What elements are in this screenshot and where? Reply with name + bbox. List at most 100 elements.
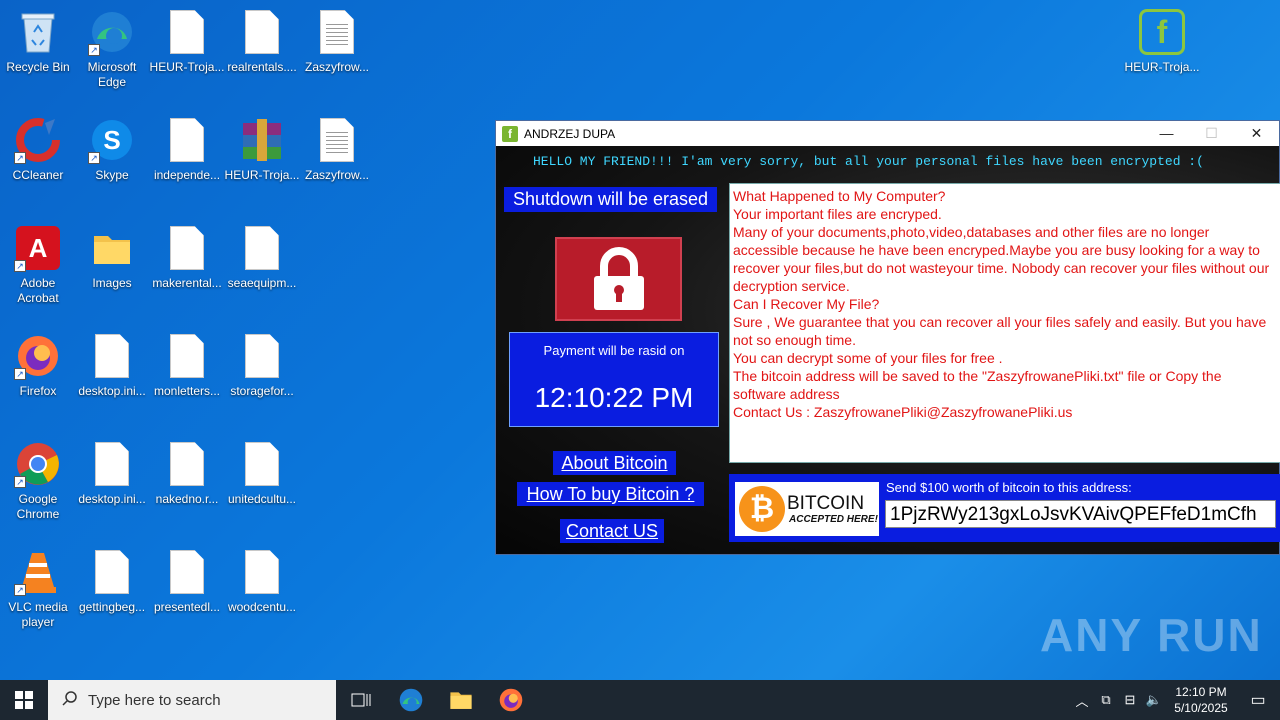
desktop-icon-file[interactable]: woodcentu... [224,548,300,648]
close-button[interactable]: ✕ [1234,125,1279,142]
file-icon [238,8,286,56]
text-file-icon [313,116,361,164]
clock-date: 5/10/2025 [1174,701,1228,715]
file-icon [163,548,211,596]
desktop-icon-file[interactable]: realrentals.... [224,8,300,108]
desktop-icon-file[interactable]: nakedno.r... [149,440,225,540]
desktop-icon-file[interactable]: independe... [149,116,225,216]
taskbar-clock[interactable]: 12:10 PM 5/10/2025 [1166,684,1236,716]
taskbar: Type here to search ︿ ⧉ ⊟ 🔈 12:10 PM 5/1… [0,680,1280,720]
desktop-icon-label: HEUR-Troja... [1124,60,1200,74]
file-icon [238,224,286,272]
desktop-icon-label: VLC media player [8,600,68,629]
window-content: HELLO MY FRIEND!!! I'am very sorry, but … [496,146,1280,554]
notification-icon[interactable]: ▭ [1236,690,1280,710]
how-to-buy-bitcoin-link[interactable]: How To buy Bitcoin ? [517,482,704,506]
task-view-button[interactable] [336,680,386,720]
taskbar-search-box[interactable]: Type here to search [48,680,336,720]
about-bitcoin-link[interactable]: About Bitcoin [553,451,676,475]
desktop-icon-file[interactable]: unitedcultu... [224,440,300,540]
desktop-icon-label: CCleaner [12,168,64,182]
message-line: Can I Recover My File? [733,296,880,312]
facebook-icon: f [1138,8,1186,56]
bitcoin-accepted-logo: ₿ BITCOIN ACCEPTED HERE! [735,482,879,536]
network-icon[interactable]: ⊟ [1118,692,1142,708]
desktop-icon-label: desktop.ini... [78,384,146,398]
edge-icon [399,688,423,712]
task-view-icon [351,693,371,707]
bitcoin-payment-panel: ₿ BITCOIN ACCEPTED HERE! Send $100 worth… [729,474,1280,542]
desktop-icon-label: woodcentu... [227,600,297,614]
file-icon [163,8,211,56]
volume-icon[interactable]: 🔈 [1142,692,1166,708]
edge-icon: ↗ [88,8,136,56]
chevron-up-icon[interactable]: ︿ [1070,691,1094,710]
search-icon [62,690,78,710]
desktop-icon-file[interactable]: desktop.ini... [74,440,150,540]
file-icon [238,548,286,596]
desktop-icon-microsoft-edge[interactable]: ↗ Microsoft Edge [74,8,150,108]
desktop-icon-google-chrome[interactable]: ↗ Google Chrome [0,440,76,540]
shortcut-arrow-icon: ↗ [14,152,26,164]
window-titlebar[interactable]: f ANDRZEJ DUPA — ☐ ✕ [496,121,1279,146]
desktop-icon-label: nakedno.r... [155,492,219,506]
desktop-icon-file[interactable]: seaequipm... [224,224,300,324]
shortcut-arrow-icon: ↗ [14,584,26,596]
desktop-icon-label: realrentals.... [227,60,297,74]
desktop-icon-adobe-acrobat[interactable]: A ↗ Adobe Acrobat [0,224,76,324]
desktop-icon-label: storagefor... [230,384,294,398]
windows-logo-icon [15,691,33,709]
desktop-icon-file[interactable]: HEUR-Troja... [149,8,225,108]
contact-us-link[interactable]: Contact US [560,519,664,543]
start-button[interactable] [0,680,48,720]
clock-time: 12:10 PM [1175,685,1227,699]
desktop-icon-label: HEUR-Troja... [224,168,300,182]
desktop-icon-label: gettingbeg... [78,600,146,614]
desktop-icon-label: Firefox [19,384,57,398]
shortcut-arrow-icon: ↗ [88,152,100,164]
shutdown-label: Shutdown will be erased [504,187,717,212]
desktop-icon-file[interactable]: makerental... [149,224,225,324]
desktop-icon-recycle-bin[interactable]: Recycle Bin [0,8,76,108]
desktop-icon-file[interactable]: monletters... [149,332,225,432]
chrome-icon: ↗ [14,440,62,488]
desktop-icon-images-folder[interactable]: Images [74,224,150,324]
message-line: Contact Us : ZaszyfrowanePliki@Zaszyfrow… [733,404,1073,420]
bitcoin-logo-subtext: ACCEPTED HERE! [789,513,878,525]
desktop-icon-file[interactable]: desktop.ini... [74,332,150,432]
desktop-icon-file[interactable]: presentedl... [149,548,225,648]
shortcut-arrow-icon: ↗ [14,260,26,272]
desktop-icon-vlc[interactable]: ↗ VLC media player [0,548,76,648]
desktop-icon-text-file[interactable]: Zaszyfrow... [299,116,375,216]
device-icon[interactable]: ⧉ [1094,692,1118,708]
bitcoin-address-field[interactable]: 1PjzRWy213gxLoJsvKVAivQPEFfeD1mCfh [885,500,1276,528]
app-icon: f [502,125,518,142]
file-icon [88,332,136,380]
ransom-window: f ANDRZEJ DUPA — ☐ ✕ HELLO MY FRIEND!!! … [495,120,1280,555]
desktop-icon-label: Google Chrome [16,492,60,521]
desktop-icon-firefox[interactable]: ↗ Firefox [0,332,76,432]
desktop-icon-winrar-archive[interactable]: HEUR-Troja... [224,116,300,216]
taskbar-file-explorer-button[interactable] [436,680,486,720]
desktop-icon-text-file[interactable]: Zaszyfrow... [299,8,375,108]
window-title: ANDRZEJ DUPA [524,126,616,141]
taskbar-firefox-button[interactable] [486,680,536,720]
desktop-icon-ccleaner[interactable]: ↗ CCleaner [0,116,76,216]
message-line: Your important files are encryped. [733,206,942,222]
desktop-icon-label: Adobe Acrobat [17,276,59,305]
bitcoin-logo-text: BITCOIN [787,492,865,514]
file-explorer-icon [450,692,472,709]
file-icon [163,332,211,380]
system-tray: ︿ ⧉ ⊟ 🔈 12:10 PM 5/10/2025 ▭ [1070,684,1280,716]
desktop-icon-file[interactable]: gettingbeg... [74,548,150,648]
skype-icon: S ↗ [88,116,136,164]
message-line: The bitcoin address will be saved to the… [733,368,1222,402]
minimize-button[interactable]: — [1144,125,1189,142]
taskbar-edge-button[interactable] [386,680,436,720]
desktop-icon-skype[interactable]: S ↗ Skype [74,116,150,216]
desktop-icon-facebook-trojan[interactable]: f HEUR-Troja... [1124,8,1200,108]
search-placeholder: Type here to search [88,691,221,709]
maximize-button[interactable]: ☐ [1189,125,1234,142]
desktop-icon-file[interactable]: storagefor... [224,332,300,432]
ransom-message-textbox[interactable]: What Happened to My Computer? Your impor… [729,183,1280,463]
